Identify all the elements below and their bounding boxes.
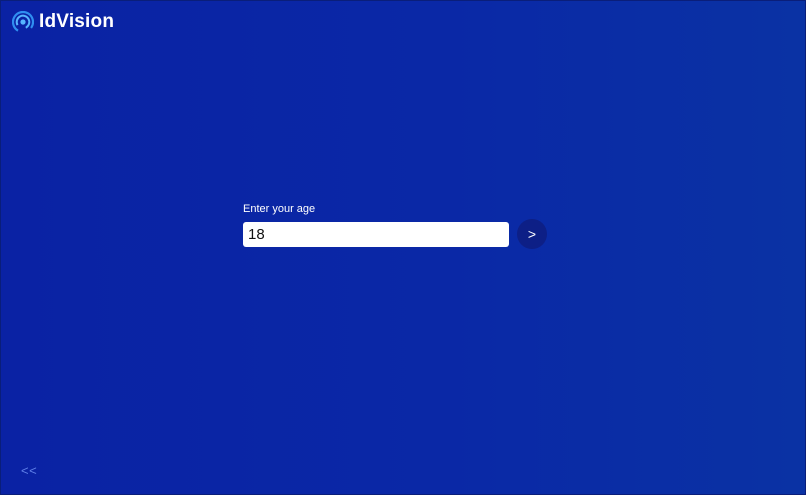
next-button[interactable]: > xyxy=(517,219,547,249)
age-input[interactable] xyxy=(243,221,509,247)
age-field-row: > xyxy=(243,219,547,249)
back-button[interactable]: << xyxy=(21,463,37,478)
brand-logo: IdVision xyxy=(12,10,114,34)
fingerprint-eye-icon xyxy=(12,11,34,33)
brand-name: IdVision xyxy=(39,11,115,32)
age-form: Enter your age > xyxy=(243,203,547,249)
age-field-label: Enter your age xyxy=(243,203,316,215)
age-entry-screen: IdVision Enter your age > << xyxy=(0,0,806,495)
